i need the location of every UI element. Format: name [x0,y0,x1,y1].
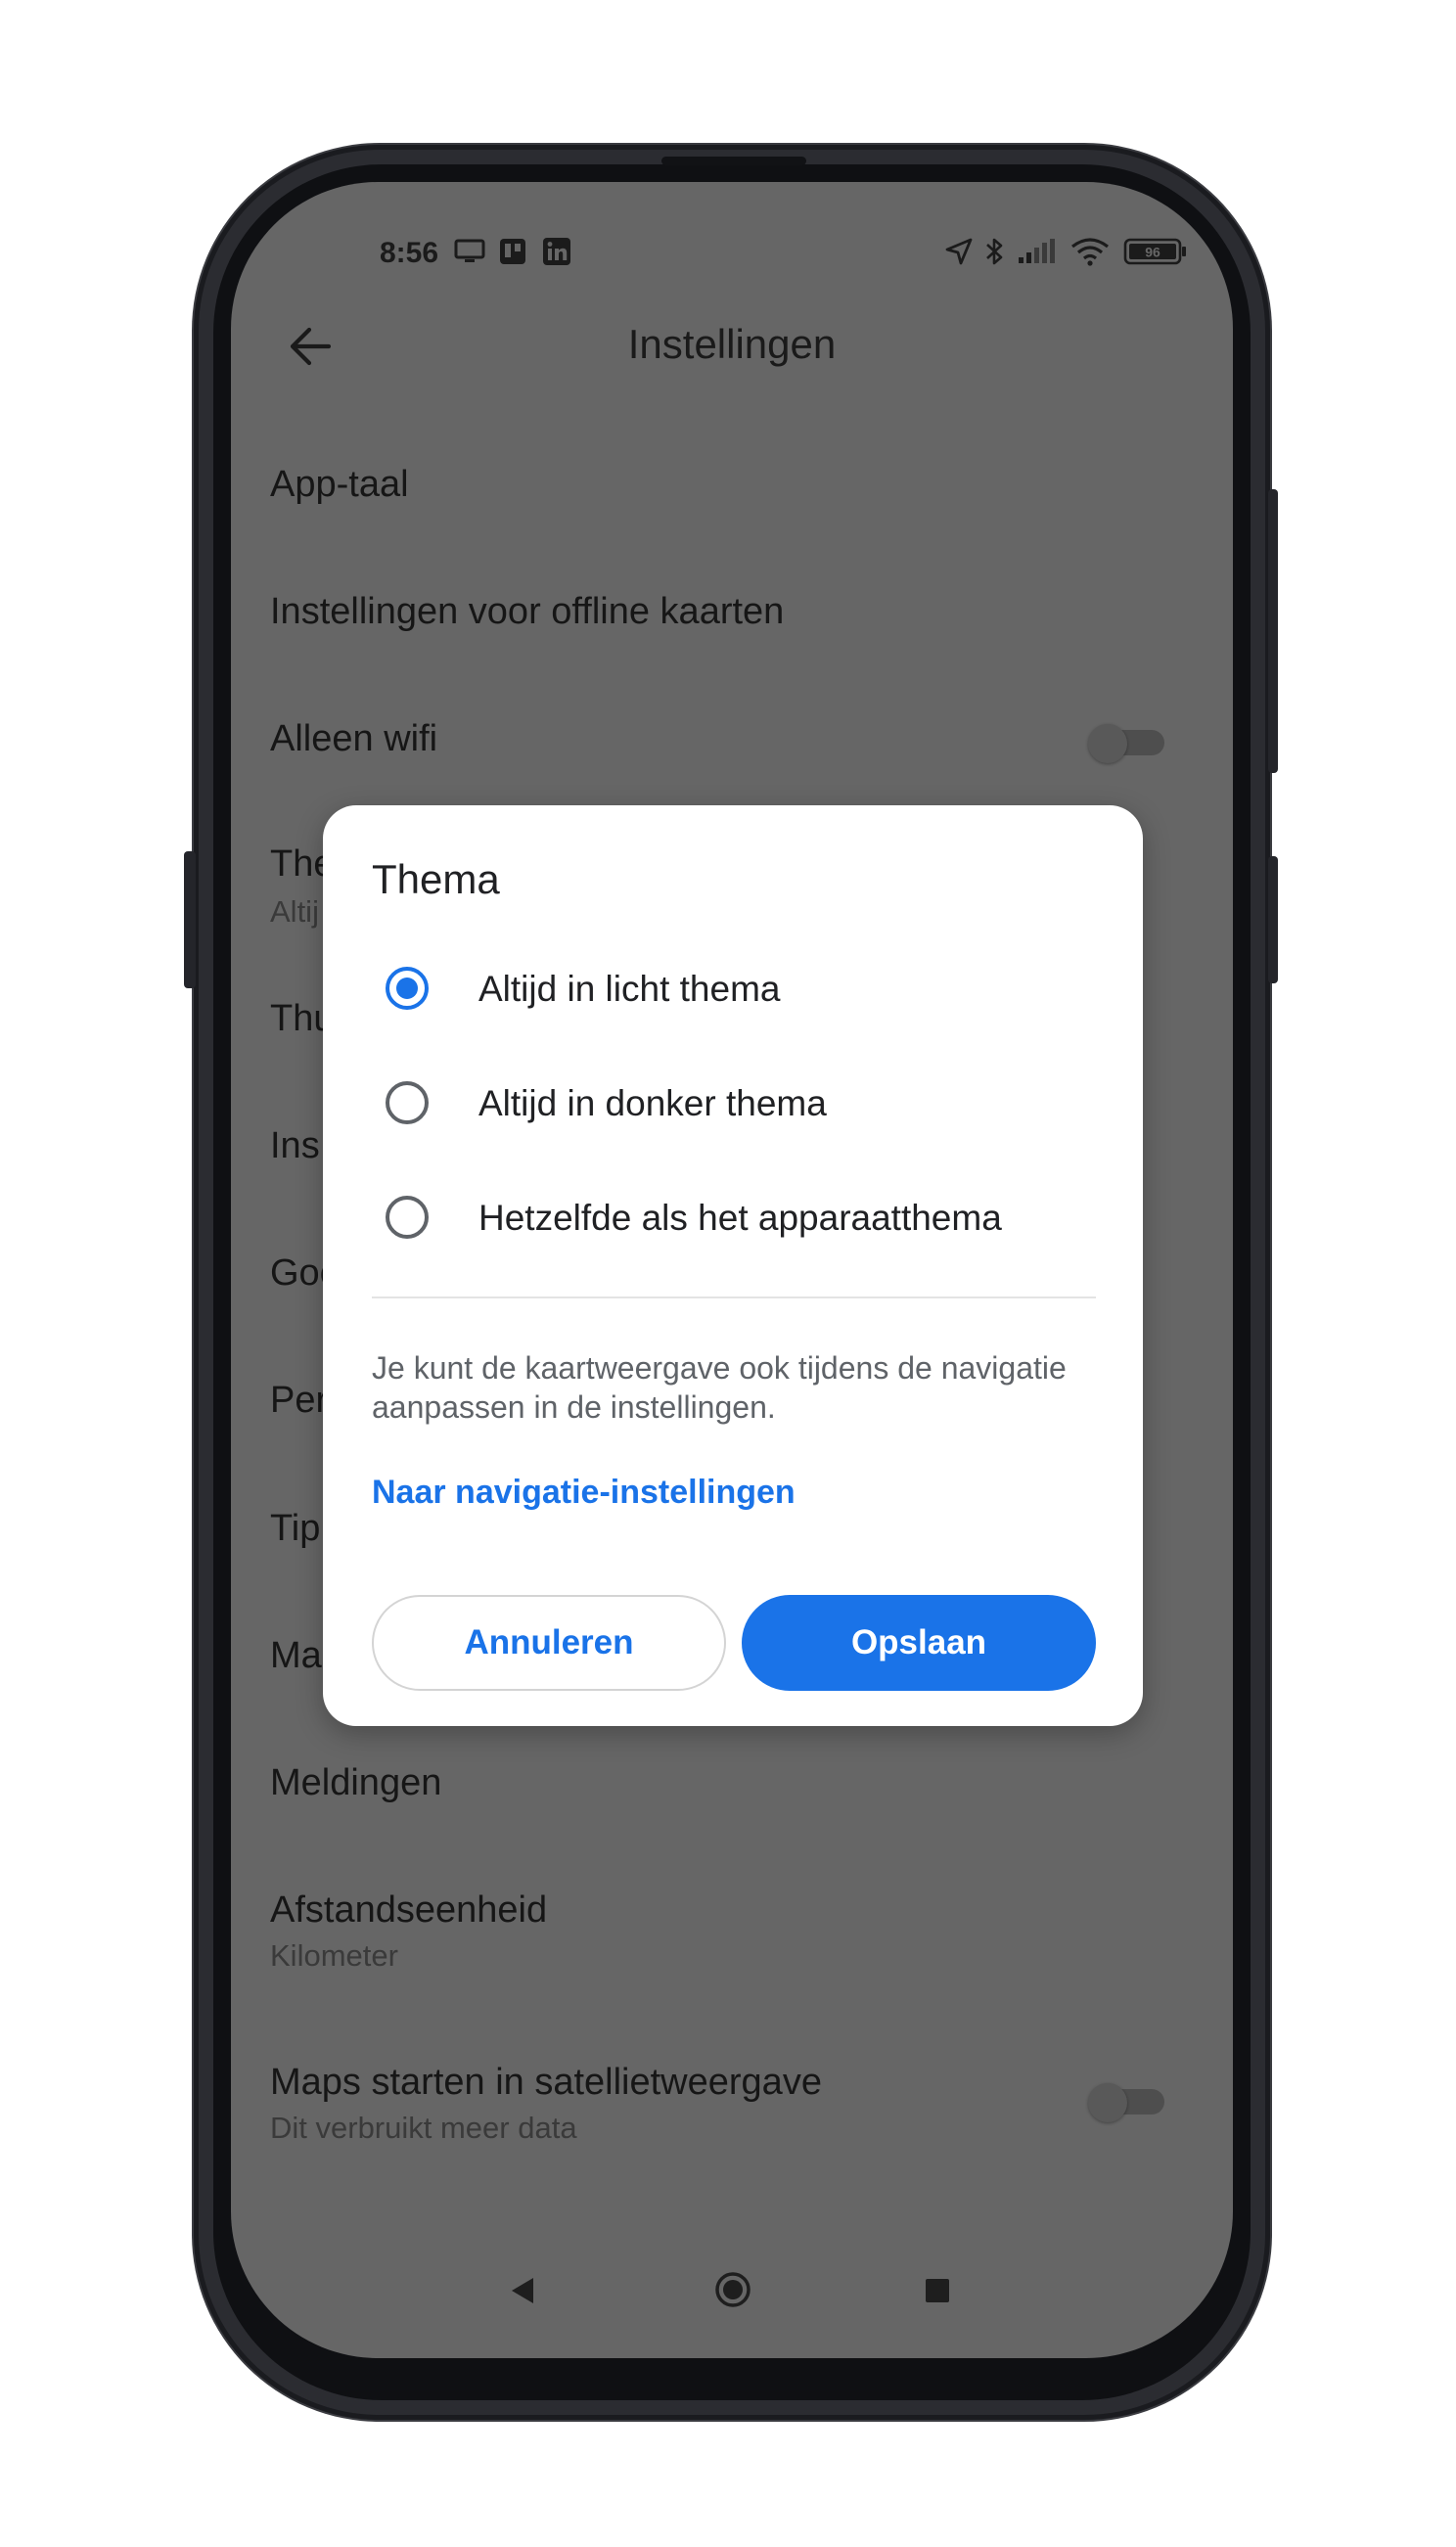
setting-label: Ma [270,1635,322,1676]
toggle-thumb [1088,724,1127,763]
recents-square-icon[interactable] [924,2277,951,2309]
satellite-toggle[interactable] [1088,2083,1166,2122]
right-button-lower [1268,856,1278,983]
setting-app-language[interactable]: App-taal [270,456,1194,524]
setting-label: Meldingen [270,1762,442,1803]
linkedin-icon [542,237,571,266]
location-arrow-icon [944,237,974,266]
setting-label: App-taal [270,464,409,505]
theme-option-light[interactable]: Altijd in licht thema [372,947,1096,1035]
wifi-icon [1069,237,1111,266]
status-time: 8:56 [380,237,439,269]
setting-wifi-only[interactable]: Alleen wifi [270,710,1194,779]
navigation-settings-link[interactable]: Naar navigatie-instellingen [372,1474,796,1512]
earpiece [661,157,806,165]
home-circle-icon[interactable] [713,2270,752,2314]
setting-satellite-start[interactable]: Maps starten in satellietweergave Dit ve… [270,2054,1194,2152]
trello-icon [499,237,526,266]
setting-label: Afstandseenheid [270,1889,548,1931]
phone-screen: 8:56 96 Instellingen App-taal Instelling… [231,182,1233,2358]
setting-label: Ins [270,1125,320,1166]
option-label: Altijd in donker thema [478,1083,827,1123]
option-label: Altijd in licht thema [478,969,781,1009]
save-button[interactable]: Opslaan [742,1595,1096,1691]
dialog-divider [372,1296,1096,1298]
back-triangle-icon[interactable] [508,2274,537,2312]
battery-level: 96 [1145,245,1160,260]
theme-option-device[interactable]: Hetzelfde als het apparaatthema [372,1176,1096,1264]
setting-notifications[interactable]: Meldingen [270,1754,1194,1823]
wifi-only-toggle[interactable] [1088,724,1166,763]
radio-unchecked-icon[interactable] [386,1196,429,1239]
theme-option-dark[interactable]: Altijd in donker thema [372,1062,1096,1150]
setting-sub: Kilometer [270,1938,398,1973]
setting-label: Tip [270,1508,321,1549]
cancel-button[interactable]: Annuleren [372,1595,726,1691]
setting-sub: Dit verbruikt meer data [270,2111,577,2145]
setting-offline-maps[interactable]: Instellingen voor offline kaarten [270,583,1194,652]
setting-label: Per [270,1380,329,1421]
theme-dialog: Thema Altijd in licht thema Altijd in do… [323,805,1143,1726]
radio-checked-icon[interactable] [386,967,429,1010]
volume-key [184,851,196,988]
setting-sub: Altij [270,894,319,929]
page-title: Instellingen [627,321,837,367]
battery-icon: 96 [1123,237,1188,266]
setting-distance-unit[interactable]: Afstandseenheid Kilometer [270,1882,1194,1979]
monitor-icon [454,237,485,266]
radio-dot [396,978,418,999]
dialog-title: Thema [372,856,500,902]
dialog-info-text: Je kunt de kaartweergave ook tijdens de … [372,1350,1067,1425]
right-button-upper [1268,489,1278,773]
bluetooth-icon [984,237,1006,266]
cell-signal-icon [1017,237,1056,266]
option-label: Hetzelfde als het apparaatthema [478,1198,1002,1238]
setting-label: Alleen wifi [270,718,438,759]
setting-label: Maps starten in satellietweergave [270,2062,822,2103]
setting-label: Instellingen voor offline kaarten [270,591,785,632]
radio-unchecked-icon[interactable] [386,1081,429,1124]
toggle-thumb [1088,2083,1127,2122]
